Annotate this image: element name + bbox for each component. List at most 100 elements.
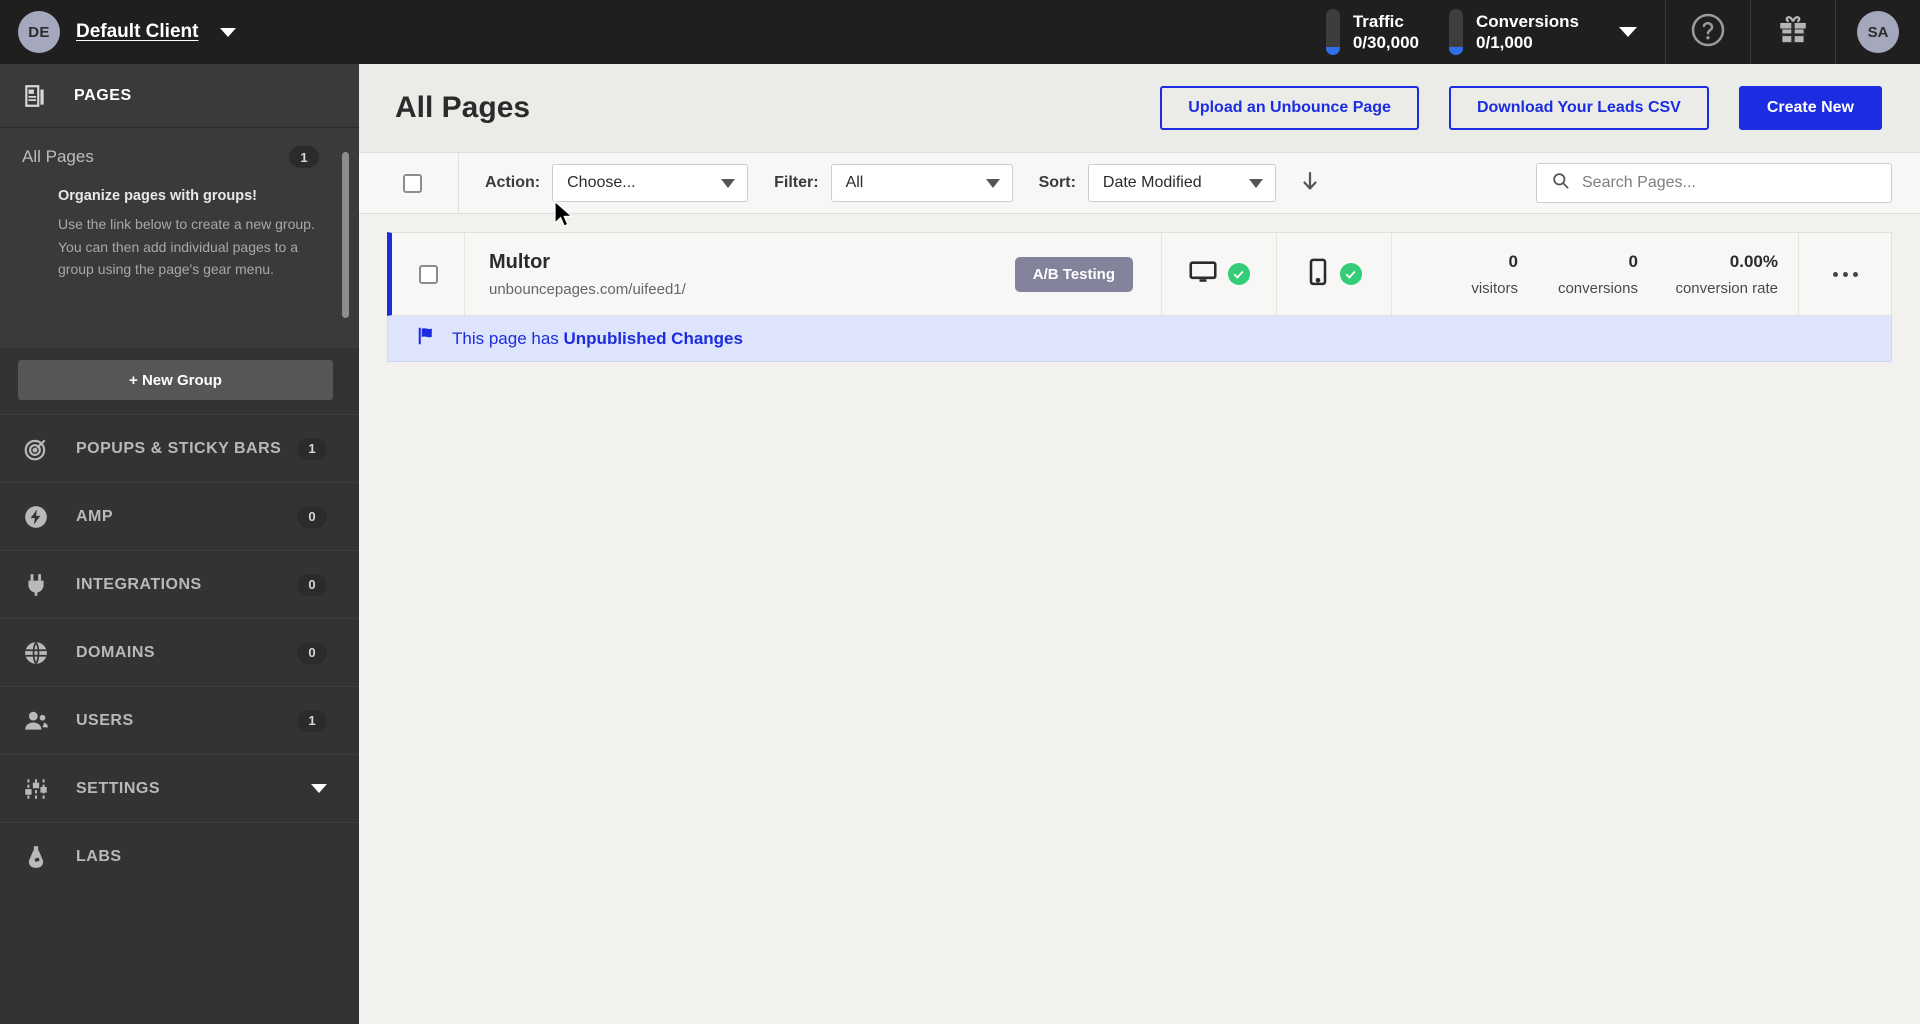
notice-text: This page has Unpublished Changes	[452, 329, 743, 349]
action-select[interactable]: Choose...	[552, 164, 749, 202]
meter-conversions[interactable]: Conversions 0/1,000	[1419, 9, 1579, 55]
sidebar-item-labs[interactable]: LABS	[0, 822, 359, 890]
topbar: Traffic 0/30,000 Conversions 0/1,000 SA	[359, 0, 1920, 64]
page-title: All Pages	[395, 91, 531, 124]
notice-strong: Unpublished Changes	[563, 328, 743, 348]
desktop-status-cell[interactable]	[1162, 233, 1276, 315]
sidebar-item-all-pages[interactable]: All Pages 1	[0, 128, 359, 186]
client-name[interactable]: Default Client	[76, 21, 198, 43]
table-row[interactable]: Multor unbouncepages.com/uifeed1/ A/B Te…	[387, 232, 1892, 316]
stat-value: 0.00%	[1729, 251, 1778, 271]
new-group-button[interactable]: + New Group	[18, 360, 333, 400]
sidebar-item-domains[interactable]: DOMAINS 0	[0, 618, 359, 686]
page-stats: 0 visitors 0 conversions 0.00% conversio…	[1392, 233, 1798, 315]
chevron-down-icon[interactable]	[220, 27, 237, 37]
help-button[interactable]	[1666, 0, 1750, 64]
sidebar-nav: POPUPS & STICKY BARS 1 AMP 0 INTEGRATION…	[0, 414, 359, 1024]
sidebar: DE Default Client PAGES All Pages 1 Orga…	[0, 0, 359, 1024]
sidebar-section-pages[interactable]: PAGES	[0, 64, 359, 128]
chevron-down-icon	[721, 178, 736, 188]
arrow-down-icon[interactable]	[1300, 169, 1320, 198]
plug-icon	[22, 571, 50, 599]
stat-conversions: 0 conversions	[1522, 252, 1642, 297]
stat-label: conversion rate	[1675, 279, 1778, 297]
sidebar-section-label: PAGES	[74, 86, 132, 104]
usage-meters: Traffic 0/30,000 Conversions 0/1,000	[1296, 0, 1665, 64]
stat-value: 0	[1628, 251, 1638, 271]
stat-label: conversions	[1557, 279, 1638, 297]
globe-icon	[22, 639, 50, 667]
unpublished-changes-notice: This page has Unpublished Changes	[387, 316, 1892, 362]
download-leads-csv-button[interactable]: Download Your Leads CSV	[1448, 86, 1709, 130]
chevron-down-icon[interactable]	[311, 784, 327, 793]
filter-select[interactable]: All	[830, 164, 1013, 202]
sort-select[interactable]: Date Modified	[1087, 164, 1276, 202]
sidebar-item-label: LABS	[76, 847, 122, 865]
status-badge: A/B Testing	[1014, 256, 1133, 292]
search-icon	[1551, 171, 1570, 195]
divider	[458, 152, 459, 214]
mobile-status-cell[interactable]	[1277, 233, 1391, 315]
pages-panel: All Pages 1 Organize pages with groups! …	[0, 128, 359, 348]
sidebar-item-popups-sticky-bars[interactable]: POPUPS & STICKY BARS 1	[0, 414, 359, 482]
action-control: Action: Choose...	[485, 164, 749, 202]
row-checkbox[interactable]	[418, 264, 438, 284]
sidebar-item-users[interactable]: USERS 1	[0, 686, 359, 754]
chevron-down-icon	[985, 178, 1000, 188]
bolt-icon	[22, 503, 50, 531]
client-switcher[interactable]: DE Default Client	[0, 0, 359, 64]
search-input[interactable]: Search Pages...	[1536, 163, 1892, 203]
sidebar-scrollbar[interactable]	[342, 152, 349, 318]
filter-label: Filter:	[774, 174, 819, 191]
select-all-checkbox[interactable]	[403, 173, 422, 193]
upload-unbounce-page-button[interactable]: Upload an Unbounce Page	[1160, 86, 1419, 130]
meter-traffic[interactable]: Traffic 0/30,000	[1296, 9, 1419, 55]
user-menu-button[interactable]: SA	[1836, 0, 1920, 64]
meter-value: 0/1,000	[1476, 33, 1533, 52]
users-icon	[22, 707, 50, 735]
sidebar-item-label: USERS	[76, 711, 134, 729]
chevron-down-icon	[1248, 178, 1263, 188]
meter-value: 0/30,000	[1352, 33, 1420, 52]
sidebar-item-label: SETTINGS	[76, 779, 161, 797]
mobile-icon	[1307, 258, 1329, 291]
sidebar-item-badge: 1	[297, 709, 327, 732]
pages-icon	[22, 83, 48, 109]
page-url[interactable]: unbouncepages.com/uifeed1/	[489, 281, 1015, 298]
stat-visitors: 0 visitors	[1402, 252, 1522, 297]
sidebar-item-label: AMP	[76, 507, 114, 525]
action-label: Action:	[485, 174, 541, 191]
row-select-cell	[392, 233, 464, 315]
pages-list: Multor unbouncepages.com/uifeed1/ A/B Te…	[359, 214, 1920, 1024]
row-more-menu-button[interactable]	[1799, 233, 1891, 315]
stat-conversion-rate: 0.00% conversion rate	[1642, 252, 1782, 297]
client-avatar: DE	[18, 11, 60, 53]
sidebar-item-badge: 0	[297, 573, 327, 596]
sidebar-item-settings[interactable]: SETTINGS	[0, 754, 359, 822]
sidebar-item-integrations[interactable]: INTEGRATIONS 0	[0, 550, 359, 618]
ellipsis-icon	[1832, 271, 1858, 277]
new-group-wrap: + New Group	[0, 348, 359, 414]
app-root: DE Default Client PAGES All Pages 1 Orga…	[0, 0, 1920, 1024]
sidebar-item-label: All Pages	[22, 147, 94, 166]
sidebar-item-badge: 1	[289, 146, 319, 168]
desktop-icon	[1188, 258, 1217, 291]
sidebar-item-badge: 0	[297, 505, 327, 528]
stat-value: 0	[1508, 251, 1518, 271]
chevron-down-icon[interactable]	[1619, 27, 1637, 37]
organize-hint-text: Use the link below to create a new group…	[58, 216, 315, 278]
organize-hint: Organize pages with groups! Use the link…	[0, 186, 359, 281]
page-card: Multor unbouncepages.com/uifeed1/ A/B Te…	[387, 232, 1892, 362]
filter-select-value: All	[845, 174, 864, 191]
flag-icon	[416, 325, 438, 352]
sidebar-item-label: INTEGRATIONS	[76, 575, 202, 593]
sort-select-value: Date Modified	[1102, 174, 1202, 191]
rewards-button[interactable]	[1751, 0, 1835, 64]
organize-hint-title: Organize pages with groups!	[58, 188, 257, 204]
flask-icon	[22, 843, 50, 871]
sidebar-item-amp[interactable]: AMP 0	[0, 482, 359, 550]
sidebar-item-badge: 1	[297, 437, 327, 460]
page-name[interactable]: Multor	[489, 251, 1015, 274]
sliders-icon	[22, 775, 50, 803]
create-new-button[interactable]: Create New	[1738, 86, 1882, 130]
